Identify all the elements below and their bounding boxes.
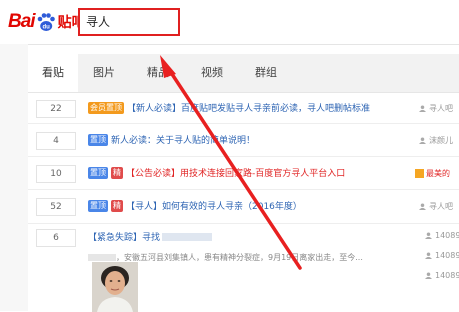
tab-groups[interactable]: 群组 [246,54,286,92]
thread-row[interactable]: 4 置顶 新人必读：关于寻人贴的简单说明！ 沫颜儿 [28,124,459,157]
thread-author[interactable]: 沫颜儿 [419,135,459,146]
thread-title-link[interactable]: 【新人必读】百度贴吧发贴寻人寻亲前必读，寻人吧删帖标准 [127,104,370,114]
user-icon [419,105,426,112]
thread-title-line: 【紧急失踪】寻找 [88,230,213,243]
tab-posts[interactable]: 看贴 [28,54,78,92]
user-icon [425,272,432,279]
author-name: 最美的 [426,169,450,178]
reply-user[interactable]: 14089 [425,271,459,280]
author-name: 14089 [435,231,459,240]
user-icon [425,252,432,259]
redacted-text [88,254,116,261]
tab-bar: 看贴 图片 精品 视频 群组 [28,54,459,93]
thread-title-link[interactable]: 【紧急失踪】寻找 [88,233,160,243]
abstract-text: ，安徽五河县刘集镇人，患有精神分裂症，9月19日离家出走，至今... [116,253,363,262]
thread-title-line: 置顶精【寻人】如何有效的寻人寻亲（2016年度） [88,199,302,212]
tieba-logo[interactable]: Bai du 贴吧 [8,8,86,36]
person-photo-image [92,262,138,312]
reply-user[interactable]: 14089 [425,251,459,260]
tab-featured[interactable]: 精品 [138,54,178,92]
top-header: Bai du 贴吧 [0,0,459,45]
user-icon [419,203,426,210]
pin-badge: 置顶 [88,133,108,146]
left-margin [0,44,28,311]
reply-count: 22 [36,100,76,118]
user-icon [419,137,426,144]
gift-icon [415,169,424,178]
thread-author[interactable]: 寻人吧 [419,201,459,212]
thread-row[interactable]: 52 置顶精【寻人】如何有效的寻人寻亲（2016年度） 寻人吧 [28,190,459,224]
reply-count: 4 [36,132,76,150]
redacted-name [162,232,213,241]
search-input[interactable] [80,10,174,32]
featured-badge: 精 [111,166,123,179]
author-name: 沫颜儿 [429,136,453,145]
thread-row[interactable]: 22 会员置顶 【新人必读】百度贴吧发贴寻人寻亲前必读，寻人吧删帖标准 寻人吧 [28,92,459,124]
reply-count: 6 [36,229,76,247]
logo-paw-text: du [42,25,50,31]
thread-title-line: 会员置顶 【新人必读】百度贴吧发贴寻人寻亲前必读，寻人吧删帖标准 [88,101,370,114]
tab-images[interactable]: 图片 [84,54,124,92]
thread-photo[interactable] [92,262,138,312]
thread-title-link[interactable]: 新人必读：关于寻人贴的简单说明！ [111,136,255,146]
author-name: 寻人吧 [429,104,453,113]
tab-videos[interactable]: 视频 [192,54,232,92]
thread-title-line: 置顶 新人必读：关于寻人贴的简单说明！ [88,133,255,146]
pin-badge: 置顶 [88,166,108,179]
pin-badge: 置顶 [88,199,108,212]
author-name: 寻人吧 [429,202,453,211]
reply-user-name: 14089 [435,251,459,260]
paw-icon: du [37,13,55,31]
thread-title-link[interactable]: 【寻人】如何有效的寻人寻亲（2016年度） [126,202,302,212]
reply-count: 10 [36,165,76,183]
thread-author[interactable]: 最美的 [415,168,459,179]
reply-user-name: 14089 [435,271,459,280]
thread-title-line: 置顶精【公告必读】用技术连接回家路-百度官方寻人平台入口 [88,166,345,179]
reply-count: 52 [36,198,76,216]
thread-author[interactable]: 寻人吧 [419,103,459,114]
member-pin-badge: 会员置顶 [88,101,124,114]
search-box[interactable] [78,8,180,36]
featured-badge: 精 [111,199,123,212]
thread-list-panel: 看贴 图片 精品 视频 群组 22 会员置顶 【新人必读】百度贴吧发贴寻人寻亲前必… [28,54,459,312]
logo-bai-text: Bai [8,11,36,32]
user-icon [425,232,432,239]
thread-author[interactable]: 14089 [425,231,459,240]
thread-title-link[interactable]: 【公告必读】用技术连接回家路-百度官方寻人平台入口 [126,169,345,179]
thread-row[interactable]: 10 置顶精【公告必读】用技术连接回家路-百度官方寻人平台入口 最美的 [28,157,459,190]
